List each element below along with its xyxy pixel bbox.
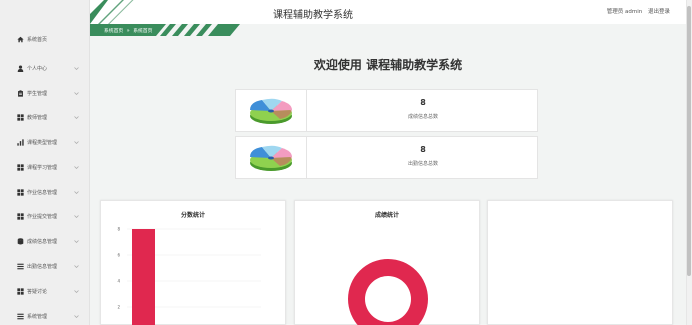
sidebar-item-label: 成绩信息管理	[27, 238, 58, 245]
y-tick-label: 4	[117, 279, 120, 284]
breadcrumb-text: 系统首页 » 系统首页	[104, 27, 152, 34]
sidebar-item-homework-info[interactable]: 作业信息管理	[0, 182, 90, 202]
grid-icon	[16, 163, 24, 171]
scrollbar-thumb[interactable]	[687, 6, 691, 276]
chevron-down-icon	[74, 165, 79, 169]
sidebar-item-label: 系统首页	[27, 36, 48, 43]
sidebar-item-personal[interactable]: 个人中心	[0, 58, 90, 78]
breadcrumb-home[interactable]: 系统首页	[104, 29, 123, 34]
sidebar-item-label: 系统管理	[27, 313, 48, 320]
user-area: 管理员 admin 退出登录	[603, 7, 670, 15]
grid-icon	[16, 113, 24, 121]
stat-caption: 出勤信息总数	[407, 161, 438, 167]
sidebar-item-label: 答疑讨论	[27, 288, 48, 295]
y-tick-label: 6	[117, 253, 120, 258]
sidebar-item-home[interactable]: 系统首页	[0, 29, 90, 49]
bar[interactable]	[132, 229, 155, 325]
sidebar-item-label: 课程类型管理	[27, 139, 58, 146]
sidebar-item-homework-submit[interactable]: 作业提交管理	[0, 206, 90, 226]
chevron-down-icon	[74, 314, 79, 318]
chevron-down-icon	[74, 190, 79, 194]
sidebar-item-label: 作业信息管理	[27, 189, 58, 196]
y-tick-label: 8	[117, 227, 120, 232]
breadcrumb-current: 系统首页	[133, 29, 153, 34]
sidebar-item-attendance[interactable]: 出勤信息管理	[0, 256, 90, 276]
sidebar-item-label: 教师管理	[27, 114, 48, 121]
breadcrumb: 系统首页 » 系统首页	[90, 24, 240, 36]
sidebar-item-label: 个人中心	[27, 65, 48, 72]
sidebar-item-qa[interactable]: 答疑讨论	[0, 281, 90, 301]
chart-title: 分数统计	[180, 212, 205, 219]
stat-caption: 成绩信息总数	[407, 114, 438, 120]
sidebar-item-label: 出勤信息管理	[27, 263, 58, 270]
chevron-down-icon	[74, 289, 79, 293]
sidebar-item-course-study[interactable]: 课程学习管理	[0, 157, 90, 177]
chevron-down-icon	[74, 140, 79, 144]
grid-icon	[16, 212, 24, 220]
database-icon	[16, 237, 24, 245]
pie-3d-icon	[236, 90, 307, 131]
chevron-down-icon	[74, 214, 79, 218]
empty-chart-panel	[487, 200, 673, 325]
user-label: 管理员 admin	[606, 9, 643, 15]
sidebar-item-label: 课程学习管理	[27, 164, 58, 171]
stat-value: 8	[420, 98, 426, 107]
list-icon	[16, 262, 24, 270]
sidebar-item-label: 学生管理	[27, 90, 48, 97]
bar-chart-icon	[16, 138, 24, 146]
clipboard-icon	[16, 89, 24, 97]
breadcrumb-separator: »	[126, 29, 130, 34]
user-icon	[16, 64, 24, 72]
grid-icon	[16, 287, 24, 295]
grade-donut-chart	[348, 259, 428, 325]
sidebar-item-grades[interactable]: 成绩信息管理	[0, 231, 90, 251]
sidebar-item-course-types[interactable]: 课程类型管理	[0, 132, 90, 152]
score-chart-panel: 分数统计 2 4 6 8	[100, 200, 286, 325]
sidebar-item-students[interactable]: 学生管理	[0, 83, 90, 103]
chevron-down-icon	[74, 264, 79, 268]
donut-slice[interactable]	[348, 259, 428, 325]
score-bar-chart: 2 4 6 8	[117, 227, 261, 325]
grade-chart-panel: 成绩统计	[294, 200, 480, 325]
welcome-heading: 欢迎使用 课程辅助教学系统	[313, 58, 463, 72]
y-tick-label: 2	[117, 305, 120, 310]
pie-3d-icon	[236, 137, 307, 178]
stat-card-grades: 8 成绩信息总数	[235, 89, 538, 132]
header-stripes-decoration	[90, 0, 134, 24]
stat-card-attendance: 8 出勤信息总数	[235, 136, 538, 179]
sidebar-item-teachers[interactable]: 教师管理	[0, 107, 90, 127]
sidebar-item-system[interactable]: 系统管理	[0, 306, 90, 325]
grid-icon	[16, 188, 24, 196]
home-icon	[16, 35, 24, 43]
chevron-down-icon	[74, 66, 79, 70]
chevron-down-icon	[74, 115, 79, 119]
logout-link[interactable]: 退出登录	[648, 9, 670, 15]
chevron-down-icon	[74, 239, 79, 243]
chevron-down-icon	[74, 91, 79, 95]
page-title: 课程辅助教学系统	[273, 10, 353, 21]
sidebar: 系统首页 个人中心 学生管理 教师管理 课程类型管理 课程学习管理 作业信息管理…	[0, 0, 90, 325]
stat-value: 8	[420, 145, 426, 154]
top-header: 课程辅助教学系统 管理员 admin 退出登录	[90, 0, 686, 24]
sidebar-item-label: 作业提交管理	[27, 213, 58, 220]
list-icon	[16, 312, 24, 320]
chart-title: 成绩统计	[374, 212, 399, 219]
